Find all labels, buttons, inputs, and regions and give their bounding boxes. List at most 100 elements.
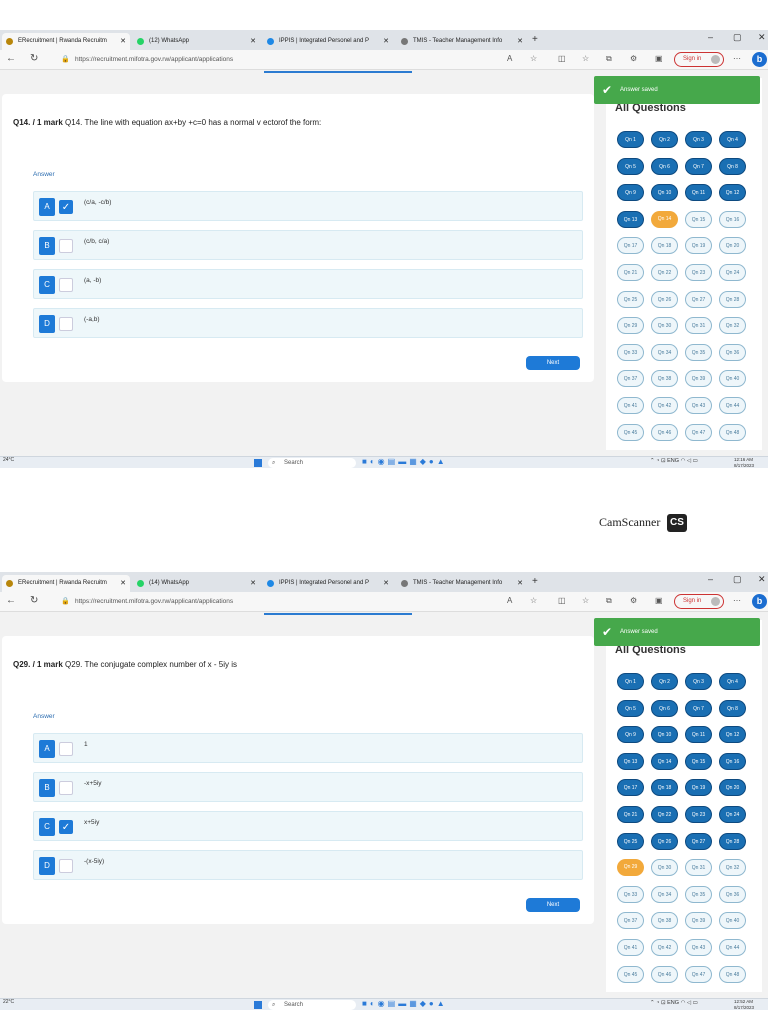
- question-nav-button[interactable]: Qn 6: [651, 157, 678, 175]
- system-tray[interactable]: ⌃ ◔ ⊡ ENG ◠ ◁ ▭: [650, 458, 698, 464]
- question-nav-button[interactable]: Qn 10: [651, 726, 678, 744]
- question-nav-button[interactable]: Qn 34: [651, 885, 678, 903]
- question-nav-button[interactable]: Qn 39: [685, 912, 712, 930]
- browser-tab[interactable]: (12) WhatsApp ✕: [133, 33, 260, 50]
- option-checkbox[interactable]: [59, 317, 73, 331]
- question-nav-button[interactable]: Qn 40: [719, 912, 746, 930]
- question-nav-button[interactable]: Qn 47: [685, 965, 712, 983]
- split-screen-icon[interactable]: ◫: [558, 54, 566, 63]
- close-tab-icon[interactable]: ✕: [250, 33, 256, 50]
- question-nav-button[interactable]: Qn 42: [651, 397, 678, 414]
- browser-tab[interactable]: IPPIS | Integrated Personel and P ✕: [263, 33, 393, 50]
- question-nav-button[interactable]: Qn 11: [685, 726, 712, 744]
- question-nav-button[interactable]: Qn 33: [617, 885, 644, 903]
- option-checkbox[interactable]: ✓: [59, 820, 73, 834]
- answer-option-a[interactable]: A ✓ (c/a, -c/b): [33, 191, 583, 221]
- question-nav-button[interactable]: Qn 44: [719, 397, 746, 414]
- option-checkbox[interactable]: [59, 781, 73, 795]
- question-nav-button[interactable]: Qn 7: [685, 699, 712, 717]
- question-nav-button[interactable]: Qn 45: [617, 423, 644, 441]
- system-tray[interactable]: ⌃ ◔ ⊡ ENG ◠ ◁ ▭: [650, 1000, 698, 1006]
- question-nav-button[interactable]: Qn 20: [719, 237, 746, 255]
- question-nav-button[interactable]: Qn 48: [719, 965, 746, 983]
- question-nav-button[interactable]: Qn 16: [719, 210, 746, 228]
- question-nav-button[interactable]: Qn 3: [685, 673, 712, 690]
- question-nav-button[interactable]: Qn 28: [719, 832, 746, 850]
- close-tab-icon[interactable]: ✕: [383, 33, 389, 50]
- close-tab-icon[interactable]: ✕: [120, 33, 126, 50]
- taskbar-search[interactable]: ⌕ Search: [268, 458, 356, 468]
- sign-in-button[interactable]: Sign in: [674, 52, 724, 67]
- question-nav-button[interactable]: Qn 26: [651, 832, 678, 850]
- next-button[interactable]: Next: [526, 356, 580, 370]
- read-aloud-icon[interactable]: A: [507, 596, 512, 605]
- taskbar-app-icons[interactable]: ■◐◉▤▬▦◆●▲: [362, 457, 448, 466]
- question-nav-button[interactable]: Qn 48: [719, 423, 746, 441]
- close-tab-icon[interactable]: ✕: [250, 575, 256, 592]
- option-checkbox[interactable]: [59, 859, 73, 873]
- question-nav-button[interactable]: Qn 35: [685, 343, 712, 361]
- question-nav-button[interactable]: Qn 13: [617, 752, 644, 770]
- question-nav-button[interactable]: Qn 37: [617, 370, 644, 388]
- sign-in-button[interactable]: Sign in: [674, 594, 724, 609]
- windows-start-icon[interactable]: [254, 1001, 262, 1009]
- question-nav-button[interactable]: Qn 11: [685, 184, 712, 202]
- question-nav-button[interactable]: Qn 22: [651, 264, 678, 281]
- refresh-icon[interactable]: ↻: [30, 53, 38, 64]
- close-tab-icon[interactable]: ✕: [517, 33, 523, 50]
- question-nav-button[interactable]: Qn 36: [719, 885, 746, 903]
- question-nav-button[interactable]: Qn 3: [685, 131, 712, 148]
- taskbar-app-icons[interactable]: ■◐◉▤▬▦◆●▲: [362, 999, 448, 1008]
- option-checkbox[interactable]: [59, 742, 73, 756]
- profile-sync-icon[interactable]: ▣: [655, 596, 663, 605]
- maximize-icon[interactable]: ▢: [733, 574, 742, 585]
- extensions-icon[interactable]: ⚙: [630, 54, 637, 63]
- new-tab-icon[interactable]: +: [532, 575, 538, 589]
- question-nav-button[interactable]: Qn 8: [719, 699, 746, 717]
- answer-option-c[interactable]: C ✓ x+5iy: [33, 811, 583, 841]
- close-tab-icon[interactable]: ✕: [517, 575, 523, 592]
- browser-tab[interactable]: ERecruitment | Rwanda Recruitm ✕: [2, 575, 130, 592]
- question-nav-button[interactable]: Qn 19: [685, 237, 712, 255]
- question-nav-button[interactable]: Qn 6: [651, 699, 678, 717]
- favorites-icon[interactable]: ☆: [582, 54, 589, 63]
- minimize-icon[interactable]: –: [708, 574, 713, 584]
- favorites-icon[interactable]: ☆: [582, 596, 589, 605]
- option-checkbox[interactable]: [59, 239, 73, 253]
- question-nav-button[interactable]: Qn 22: [651, 806, 678, 823]
- browser-tab[interactable]: ERecruitment | Rwanda Recruitm ✕: [2, 33, 130, 50]
- question-nav-button[interactable]: Qn 5: [617, 157, 644, 175]
- question-nav-button[interactable]: Qn 39: [685, 370, 712, 388]
- question-nav-button[interactable]: Qn 16: [719, 752, 746, 770]
- answer-option-a[interactable]: A1: [33, 733, 583, 763]
- favorite-icon[interactable]: ☆: [530, 54, 537, 63]
- maximize-icon[interactable]: ▢: [733, 32, 742, 43]
- question-nav-button[interactable]: Qn 14: [651, 210, 678, 228]
- question-nav-button[interactable]: Qn 2: [651, 673, 678, 690]
- question-nav-button[interactable]: Qn 36: [719, 343, 746, 361]
- question-nav-button[interactable]: Qn 30: [651, 859, 678, 877]
- back-icon[interactable]: ←: [6, 53, 16, 64]
- more-icon[interactable]: ⋯: [733, 54, 741, 63]
- question-nav-button[interactable]: Qn 2: [651, 131, 678, 148]
- question-nav-button[interactable]: Qn 32: [719, 317, 746, 335]
- question-nav-button[interactable]: Qn 46: [651, 423, 678, 441]
- url-field[interactable]: 🔒 https://recruitment.mifotra.gov.rw/appl…: [55, 52, 505, 67]
- question-nav-button[interactable]: Qn 12: [719, 184, 746, 202]
- next-button[interactable]: Next: [526, 898, 580, 912]
- question-nav-button[interactable]: Qn 4: [719, 131, 746, 148]
- minimize-icon[interactable]: –: [708, 32, 713, 42]
- close-tab-icon[interactable]: ✕: [120, 575, 126, 592]
- question-nav-button[interactable]: Qn 8: [719, 157, 746, 175]
- browser-tab[interactable]: IPPIS | Integrated Personel and P ✕: [263, 575, 393, 592]
- question-nav-button[interactable]: Qn 23: [685, 264, 712, 281]
- question-nav-button[interactable]: Qn 10: [651, 184, 678, 202]
- extensions-icon[interactable]: ⚙: [630, 596, 637, 605]
- question-nav-button[interactable]: Qn 41: [617, 397, 644, 414]
- question-nav-button[interactable]: Qn 15: [685, 210, 712, 228]
- refresh-icon[interactable]: ↻: [30, 595, 38, 606]
- question-nav-button[interactable]: Qn 12: [719, 726, 746, 744]
- browser-tab[interactable]: TMIS - Teacher Management Info ✕: [397, 33, 527, 50]
- question-nav-button[interactable]: Qn 18: [651, 237, 678, 255]
- question-nav-button[interactable]: Qn 45: [617, 965, 644, 983]
